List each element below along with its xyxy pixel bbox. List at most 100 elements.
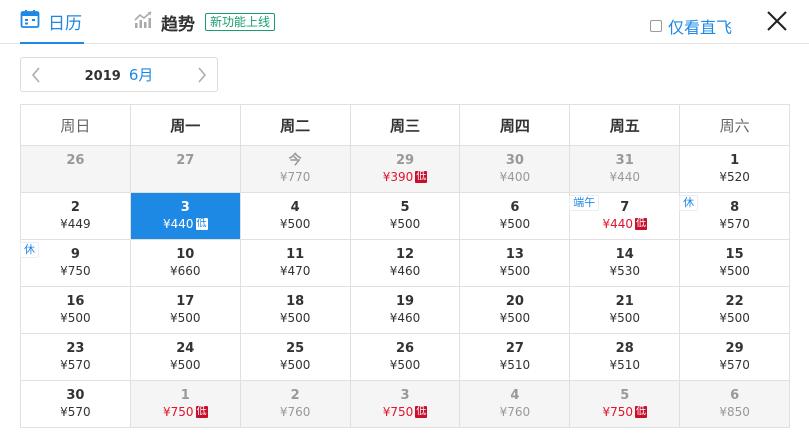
day-price-row: ¥500: [460, 216, 569, 232]
calendar-day-cell[interactable]: 今 ¥770: [240, 146, 351, 193]
calendar-week-row: 26 27 今 ¥770 29 ¥390 低 30 ¥400 31 ¥440 1 ¥520: [21, 146, 791, 193]
low-price-badge: 低: [415, 406, 428, 418]
chevron-left-icon: [32, 67, 40, 82]
calendar-day-cell[interactable]: 19 ¥460: [350, 287, 461, 334]
day-price: ¥470: [279, 264, 311, 278]
day-price: ¥460: [389, 311, 421, 325]
day-price-row: ¥500: [351, 216, 460, 232]
day-price-row: ¥750 低: [131, 404, 240, 420]
day-price: ¥750: [602, 405, 633, 419]
calendar-day-cell[interactable]: 26 ¥500: [350, 334, 461, 381]
calendar-day-cell[interactable]: 休 9 ¥750: [20, 240, 131, 287]
day-price: ¥570: [60, 405, 91, 419]
day-price: ¥570: [719, 217, 750, 231]
day-price-row: ¥500: [460, 263, 569, 279]
weekday-header-cell: 周日: [21, 105, 131, 146]
day-price: ¥750: [60, 264, 91, 278]
calendar-day-cell[interactable]: 29 ¥570: [680, 334, 791, 381]
day-price: ¥500: [279, 311, 311, 325]
calendar-day-cell[interactable]: 休 8 ¥570: [679, 193, 791, 240]
day-number: 4: [290, 200, 300, 215]
day-price: ¥850: [719, 405, 750, 419]
day-price: ¥510: [609, 358, 640, 372]
calendar-day-cell[interactable]: 10 ¥660: [130, 240, 241, 287]
calendar-icon: [20, 9, 40, 33]
day-price-row: ¥660: [131, 263, 240, 279]
calendar-day-cell[interactable]: 6 ¥850: [680, 381, 791, 428]
calendar-day-cell[interactable]: 31 ¥440: [570, 146, 681, 193]
day-number: 15: [725, 247, 744, 262]
calendar-day-cell[interactable]: 4 ¥760: [460, 381, 571, 428]
calendar-day-cell[interactable]: 27 ¥510: [460, 334, 571, 381]
calendar-day-cell[interactable]: 18 ¥500: [240, 287, 351, 334]
day-number: 6: [510, 200, 520, 215]
day-price-row: ¥440 低: [131, 216, 240, 232]
calendar-day-cell[interactable]: 2 ¥760: [240, 381, 351, 428]
low-price-badge: 低: [635, 218, 647, 230]
calendar-day-cell[interactable]: 30 ¥570: [21, 381, 131, 428]
prev-month-button[interactable]: [21, 58, 51, 91]
calendar-day-cell[interactable]: 30 ¥400: [460, 146, 571, 193]
next-month-button[interactable]: [187, 58, 217, 91]
calendar-day-cell[interactable]: 12 ¥460: [350, 240, 461, 287]
day-number: 12: [395, 247, 415, 262]
calendar-day-cell[interactable]: 1 ¥520: [680, 146, 791, 193]
day-price: ¥500: [609, 311, 640, 325]
calendar-day-cell[interactable]: 5 ¥750 低: [570, 381, 681, 428]
day-price-row: ¥440 低: [570, 216, 679, 232]
day-number: 22: [725, 294, 744, 309]
calendar-day-cell[interactable]: 5 ¥500: [350, 193, 461, 240]
calendar-day-cell[interactable]: 22 ¥500: [680, 287, 791, 334]
day-price-row: ¥570: [680, 357, 789, 373]
day-number: 19: [395, 294, 415, 309]
day-price-row: ¥750 低: [570, 404, 679, 420]
calendar-day-cell[interactable]: 20 ¥500: [460, 287, 571, 334]
calendar-day-cell[interactable]: 15 ¥500: [680, 240, 791, 287]
day-price: ¥500: [499, 217, 531, 231]
day-price-row: ¥449: [21, 216, 130, 232]
calendar-day-cell[interactable]: 24 ¥500: [130, 334, 241, 381]
direct-flights-checkbox[interactable]: [650, 20, 662, 32]
calendar-day-cell[interactable]: 13 ¥500: [460, 240, 571, 287]
calendar-day-cell[interactable]: 14 ¥530: [570, 240, 681, 287]
calendar-day-cell[interactable]: 23 ¥570: [21, 334, 131, 381]
calendar-day-cell[interactable]: 3 ¥440 低: [130, 193, 241, 240]
calendar-day-cell[interactable]: 28 ¥510: [570, 334, 681, 381]
day-price: ¥500: [499, 264, 531, 278]
day-number: 28: [615, 341, 634, 356]
day-price: ¥390: [382, 170, 414, 184]
day-price: ¥750: [382, 405, 414, 419]
weekday-header-cell: 周一: [130, 105, 241, 146]
calendar-day-cell[interactable]: 11 ¥470: [240, 240, 351, 287]
tab-trend[interactable]: 趋势 新功能上线: [133, 0, 276, 44]
close-button[interactable]: [766, 10, 788, 32]
calendar-day-cell[interactable]: 21 ¥500: [570, 287, 681, 334]
day-number: 30: [66, 388, 85, 403]
weekday-header-cell: 周三: [350, 105, 461, 146]
day-price: ¥500: [499, 311, 531, 325]
calendar-day-cell[interactable]: 17 ¥500: [130, 287, 241, 334]
calendar-day-cell[interactable]: 1 ¥750 低: [130, 381, 241, 428]
direct-flights-only-toggle[interactable]: 仅看直飞: [650, 14, 732, 38]
calendar-day-cell[interactable]: 3 ¥750 低: [350, 381, 461, 428]
calendar-day-cell[interactable]: 29 ¥390 低: [350, 146, 461, 193]
day-number: 27: [505, 341, 524, 356]
day-price-row: ¥400: [460, 169, 569, 185]
calendar-day-cell[interactable]: 25 ¥500: [240, 334, 351, 381]
calendar-day-cell[interactable]: 4 ¥500: [240, 193, 351, 240]
day-price: ¥570: [719, 358, 750, 372]
day-number: 10: [176, 247, 195, 262]
day-number: 13: [505, 247, 524, 262]
day-number: 18: [286, 294, 305, 309]
day-price: ¥510: [499, 358, 531, 372]
calendar-day-cell[interactable]: 端午 7 ¥440 低: [569, 193, 681, 240]
calendar-day-cell[interactable]: 2 ¥449: [21, 193, 131, 240]
day-price-row: ¥570: [680, 216, 789, 232]
day-price-row: ¥500: [241, 357, 350, 373]
calendar-day-cell[interactable]: 16 ¥500: [21, 287, 131, 334]
calendar-day-cell[interactable]: 6 ¥500: [460, 193, 571, 240]
day-price-row: ¥460: [351, 310, 460, 326]
day-price: ¥500: [170, 358, 201, 372]
day-number: 25: [286, 341, 305, 356]
tab-calendar[interactable]: 日历: [20, 0, 84, 44]
